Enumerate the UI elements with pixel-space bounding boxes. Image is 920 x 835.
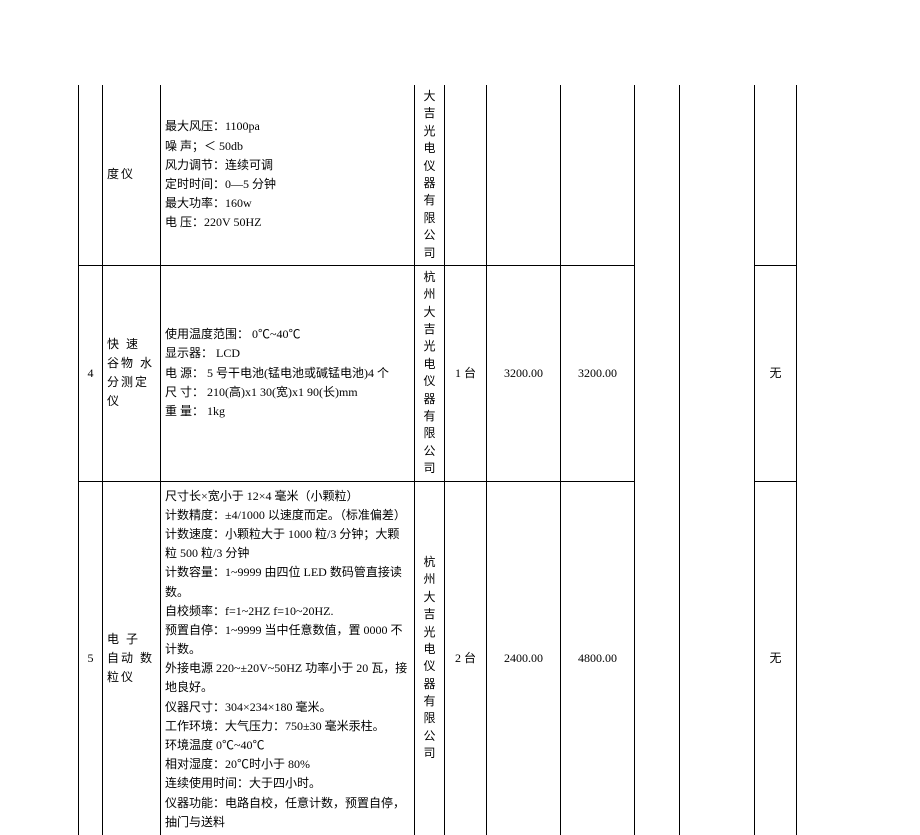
spec-line: 计数精度：±4/1000 以速度而定。（标准偏差）	[165, 506, 410, 525]
cell-total	[561, 85, 635, 265]
cell-spec: 使用温度范围： 0℃~40℃ 显示器： LCD 电 源： 5 号干电池(锰电池或…	[161, 265, 415, 481]
spec-line: 仪器尺寸：304×234×180 毫米。	[165, 698, 410, 717]
cell-c10: 无	[755, 481, 797, 835]
spec-line: 相对湿度：20℃时小于 80%	[165, 755, 410, 774]
cell-name: 快 速 谷物 水 分测定仪	[103, 265, 161, 481]
spec-line: 最大功率：160w	[165, 194, 410, 213]
cell-mfr: 杭州大吉光电仪器有限公司	[415, 265, 445, 481]
cell-c9	[680, 85, 755, 835]
table-row: 度仪 最大风压：1100pa 噪 声；＜ 50db 风力调节：连续可调 定时时间…	[79, 85, 797, 265]
cell-index	[79, 85, 103, 265]
cell-price: 3200.00	[487, 265, 561, 481]
cell-spec: 最大风压：1100pa 噪 声；＜ 50db 风力调节：连续可调 定时时间：0—…	[161, 85, 415, 265]
cell-name: 度仪	[103, 85, 161, 265]
cell-total: 4800.00	[561, 481, 635, 835]
cell-spec: 尺寸长×宽小于 12×4 毫米（小颗粒） 计数精度：±4/1000 以速度而定。…	[161, 481, 415, 835]
spec-line: 定时时间：0—5 分钟	[165, 175, 410, 194]
spec-line: 预置自停：1~9999 当中任意数值，置 0000 不计数。	[165, 621, 410, 659]
spec-line: 重 量： 1kg	[165, 402, 410, 421]
spec-line: 连续使用时间：大于四小时。	[165, 774, 410, 793]
cell-mfr: 大吉光电仪器有限公司	[415, 85, 445, 265]
cell-qty: 2 台	[445, 481, 487, 835]
spec-line: 显示器： LCD	[165, 344, 410, 363]
spec-table: 度仪 最大风压：1100pa 噪 声；＜ 50db 风力调节：连续可调 定时时间…	[78, 85, 797, 835]
spec-line: 计数容量：1~9999 由四位 LED 数码管直接读数。	[165, 563, 410, 601]
spec-line: 工作环境：大气压力：750±30 毫米汞柱。	[165, 717, 410, 736]
cell-price: 2400.00	[487, 481, 561, 835]
cell-c8	[635, 85, 680, 835]
cell-index: 5	[79, 481, 103, 835]
cell-name: 电 子 自动 数 粒仪	[103, 481, 161, 835]
cell-qty	[445, 85, 487, 265]
spec-line: 自校频率：f=1~2HZ f=10~20HZ.	[165, 602, 410, 621]
spec-line: 仪器功能：电路自校，任意计数，预置自停，抽门与送料	[165, 794, 410, 832]
spec-line: 使用温度范围： 0℃~40℃	[165, 325, 410, 344]
cell-c10: 无	[755, 265, 797, 481]
cell-index: 4	[79, 265, 103, 481]
spec-line: 电 源： 5 号干电池(锰电池或碱锰电池)4 个	[165, 364, 410, 383]
cell-total: 3200.00	[561, 265, 635, 481]
spec-line: 环境温度 0℃~40℃	[165, 736, 410, 755]
spec-line: 外接电源 220~±20V~50HZ 功率小于 20 瓦，接地良好。	[165, 659, 410, 697]
spec-line: 风力调节：连续可调	[165, 156, 410, 175]
spec-line: 最大风压：1100pa	[165, 117, 410, 136]
spec-line: 电 压：220V 50HZ	[165, 213, 410, 232]
spec-line: 噪 声；＜ 50db	[165, 137, 410, 156]
spec-line: 计数速度：小颗粒大于 1000 粒/3 分钟；大颗粒 500 粒/3 分钟	[165, 525, 410, 563]
spec-line: 尺寸长×宽小于 12×4 毫米（小颗粒）	[165, 487, 410, 506]
spec-line: 尺 寸： 210(高)x1 30(宽)x1 90(长)mm	[165, 383, 410, 402]
cell-c10	[755, 85, 797, 265]
cell-mfr: 杭州大吉光电仪器有限公司	[415, 481, 445, 835]
cell-price	[487, 85, 561, 265]
cell-qty: 1 台	[445, 265, 487, 481]
